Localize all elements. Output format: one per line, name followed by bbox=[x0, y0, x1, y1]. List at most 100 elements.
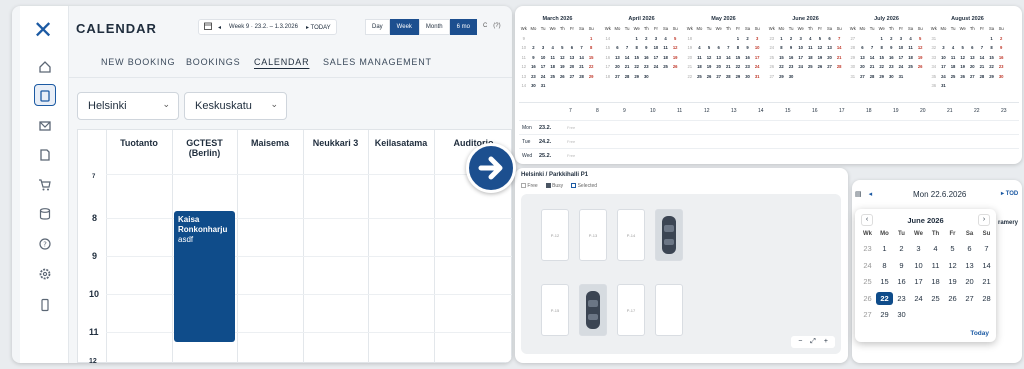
day-cell[interactable]: 25 bbox=[906, 62, 916, 72]
day-cell[interactable]: 16 bbox=[743, 53, 753, 63]
day-cell[interactable]: 8 bbox=[877, 43, 887, 53]
day-cell[interactable]: 1 bbox=[877, 34, 887, 44]
day-cell[interactable]: 10 bbox=[752, 43, 762, 53]
day-cell[interactable]: 12 bbox=[958, 53, 968, 63]
day-cell[interactable]: 9 bbox=[642, 43, 652, 53]
day-cell[interactable]: 8 bbox=[632, 43, 642, 53]
day-cell[interactable] bbox=[577, 34, 587, 44]
day-cell[interactable]: 22 bbox=[876, 291, 893, 305]
day-cell[interactable]: 14 bbox=[834, 43, 844, 53]
today-link[interactable]: Today bbox=[970, 330, 989, 337]
day-cell[interactable]: 24 bbox=[910, 292, 927, 305]
day-cell[interactable]: 2 bbox=[887, 34, 897, 44]
day-cell[interactable]: 18 bbox=[661, 53, 671, 63]
day-cell[interactable] bbox=[670, 72, 680, 82]
day-cell[interactable]: 30 bbox=[893, 308, 910, 321]
day-cell[interactable] bbox=[622, 34, 632, 44]
day-cell[interactable]: 23 bbox=[642, 62, 652, 72]
day-cell[interactable]: 13 bbox=[825, 43, 835, 53]
day-cell[interactable]: 21 bbox=[867, 62, 877, 72]
day-cell[interactable]: 21 bbox=[834, 53, 844, 63]
day-cell[interactable]: 30 bbox=[642, 72, 652, 82]
day-cell[interactable]: 25 bbox=[548, 72, 558, 82]
day-cell[interactable]: 26 bbox=[958, 72, 968, 82]
street-select[interactable]: Keskuskatu ⌄ bbox=[184, 92, 287, 120]
day-cell[interactable]: 23 bbox=[996, 62, 1006, 72]
day-cell[interactable] bbox=[968, 81, 978, 91]
day-cell[interactable] bbox=[538, 34, 548, 44]
day-cell[interactable]: 21 bbox=[978, 275, 995, 288]
day-cell[interactable] bbox=[948, 34, 958, 44]
day-cell[interactable]: 28 bbox=[834, 62, 844, 72]
picker-date-label[interactable]: Mon 22.6.2026 bbox=[913, 190, 966, 199]
day-cell[interactable]: 29 bbox=[987, 72, 997, 82]
day-cell[interactable] bbox=[910, 308, 927, 321]
day-cell[interactable] bbox=[825, 72, 835, 82]
day-cell[interactable]: 1 bbox=[586, 34, 596, 44]
day-cell[interactable]: 13 bbox=[714, 53, 724, 63]
day-cell[interactable]: 21 bbox=[622, 62, 632, 72]
day-cell[interactable]: 22 bbox=[632, 62, 642, 72]
day-cell[interactable]: 28 bbox=[977, 72, 987, 82]
day-cell[interactable]: 20 bbox=[613, 62, 623, 72]
refresh-icon[interactable]: C bbox=[477, 19, 493, 35]
day-cell[interactable]: 19 bbox=[958, 62, 968, 72]
day-cell[interactable]: 28 bbox=[622, 72, 632, 82]
day-cell[interactable]: 4 bbox=[548, 43, 558, 53]
day-cell[interactable] bbox=[695, 34, 705, 44]
day-cell[interactable]: 28 bbox=[577, 72, 587, 82]
day-cell[interactable]: 17 bbox=[651, 53, 661, 63]
day-cell[interactable] bbox=[906, 72, 916, 82]
calendar-icon[interactable] bbox=[204, 22, 212, 32]
day-cell[interactable]: 27 bbox=[858, 72, 868, 82]
day-cell[interactable] bbox=[944, 308, 961, 321]
column-header[interactable]: Maisema bbox=[237, 138, 303, 148]
day-cell[interactable]: 6 bbox=[714, 43, 724, 53]
day-cell[interactable]: 3 bbox=[796, 34, 806, 44]
day-cell[interactable]: 18 bbox=[906, 53, 916, 63]
prev-day-icon[interactable]: ◂ bbox=[869, 191, 873, 198]
day-cell[interactable]: 17 bbox=[939, 62, 949, 72]
day-cell[interactable]: 2 bbox=[996, 34, 1006, 44]
day-cell[interactable]: 2 bbox=[893, 242, 910, 255]
view-month-button[interactable]: Month bbox=[418, 19, 450, 35]
day-cell[interactable]: 22 bbox=[987, 62, 997, 72]
day-cell[interactable]: 12 bbox=[944, 259, 961, 272]
day-cell[interactable]: 12 bbox=[704, 53, 714, 63]
day-cell[interactable]: 12 bbox=[915, 43, 925, 53]
day-cell[interactable] bbox=[948, 81, 958, 91]
day-cell[interactable]: 16 bbox=[642, 53, 652, 63]
day-cell[interactable]: 3 bbox=[651, 34, 661, 44]
day-cell[interactable]: 9 bbox=[743, 43, 753, 53]
day-cell[interactable]: 9 bbox=[529, 53, 539, 63]
day-cell[interactable]: 22 bbox=[877, 62, 887, 72]
day-cell[interactable]: 2 bbox=[642, 34, 652, 44]
day-cell[interactable] bbox=[858, 34, 868, 44]
day-cell[interactable]: 5 bbox=[704, 43, 714, 53]
day-cell[interactable]: 19 bbox=[670, 53, 680, 63]
day-cell[interactable]: 25 bbox=[806, 62, 816, 72]
day-cell[interactable] bbox=[806, 72, 816, 82]
day-cell[interactable]: 7 bbox=[577, 43, 587, 53]
day-cell[interactable]: 30 bbox=[529, 81, 539, 91]
day-cell[interactable]: 13 bbox=[567, 53, 577, 63]
parking-spot[interactable]: P-14 bbox=[617, 209, 645, 261]
day-cell[interactable]: 16 bbox=[529, 62, 539, 72]
day-cell[interactable]: 18 bbox=[948, 62, 958, 72]
day-cell[interactable]: 11 bbox=[927, 259, 944, 272]
day-cell[interactable] bbox=[714, 34, 724, 44]
day-cell[interactable]: 10 bbox=[896, 43, 906, 53]
day-cell[interactable]: 20 bbox=[961, 275, 978, 288]
day-cell[interactable]: 3 bbox=[538, 43, 548, 53]
timeline-row[interactable]: Tue 24.2. Free bbox=[519, 134, 1019, 148]
timeline-row[interactable]: Mon 23.2. Free bbox=[519, 120, 1019, 134]
day-cell[interactable] bbox=[939, 34, 949, 44]
day-cell[interactable]: 23 bbox=[786, 62, 796, 72]
day-cell[interactable]: 15 bbox=[586, 53, 596, 63]
day-cell[interactable]: 28 bbox=[867, 72, 877, 82]
day-cell[interactable]: 30 bbox=[743, 72, 753, 82]
view-6mo-button[interactable]: 6 mo bbox=[449, 19, 477, 35]
day-cell[interactable]: 3 bbox=[752, 34, 762, 44]
day-cell[interactable]: 8 bbox=[733, 43, 743, 53]
day-cell[interactable]: 5 bbox=[558, 43, 568, 53]
